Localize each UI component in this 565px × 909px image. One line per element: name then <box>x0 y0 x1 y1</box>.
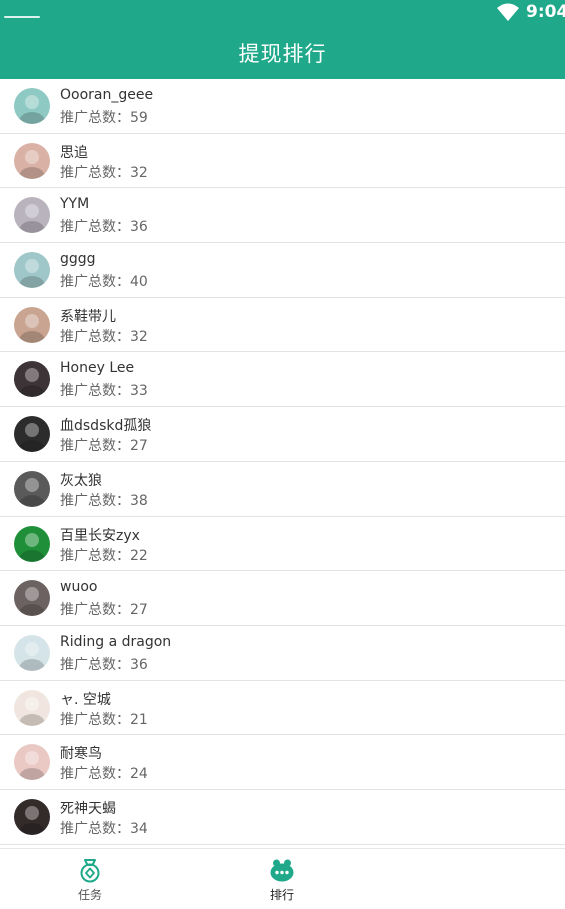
avatar <box>14 252 50 289</box>
user-name: 系鞋带儿 <box>60 308 116 325</box>
user-name: 血dsdskd孤狼 <box>60 418 152 435</box>
list-item[interactable]: 百里长安zyx 推广总数：22 <box>0 517 565 572</box>
user-name: ャ. 空城 <box>60 691 111 708</box>
count-value: 34 <box>130 820 148 837</box>
user-name: 百里长安zyx <box>60 527 140 544</box>
promotion-count: 推广总数：59 <box>60 107 148 127</box>
count-value: 21 <box>130 711 148 728</box>
wifi-icon <box>497 3 519 21</box>
user-name: 灰太狼 <box>60 472 102 489</box>
count-label: 推广总数： <box>60 602 130 619</box>
count-value: 38 <box>130 492 148 509</box>
list-item[interactable]: ャ. 空城 推广总数：21 <box>0 681 565 736</box>
list-item[interactable]: Oooran_geee 推广总数：59 <box>0 79 565 134</box>
avatar <box>14 580 50 617</box>
promotion-count: 推广总数：36 <box>60 654 148 674</box>
count-label: 推广总数： <box>60 820 130 837</box>
user-name: YYM <box>60 196 90 213</box>
avatar <box>14 744 50 781</box>
avatar <box>14 416 50 453</box>
count-label: 推广总数： <box>60 438 130 455</box>
notification-indicator <box>4 16 40 18</box>
promotion-count: 推广总数：22 <box>60 545 148 565</box>
ranking-list[interactable]: Oooran_geee 推广总数：59 思追 推广总数：32 YYM 推广总数：36 ggg… <box>0 79 565 848</box>
count-value: 27 <box>130 438 148 455</box>
avatar <box>14 470 50 507</box>
list-item[interactable]: 灰太狼 推广总数：38 <box>0 462 565 517</box>
count-value: 36 <box>130 656 148 673</box>
tab-rank-label: 排行 <box>269 888 294 902</box>
count-value: 27 <box>130 602 148 619</box>
promotion-count: 推广总数：32 <box>60 326 148 346</box>
status-bar: 9:04 <box>0 0 565 26</box>
count-value: 33 <box>130 383 148 400</box>
count-label: 推广总数： <box>60 492 130 509</box>
list-item[interactable]: YYM 推广总数：36 <box>0 188 565 244</box>
list-item[interactable]: Riding a dragon 推广总数：36 <box>0 626 565 681</box>
user-name: Honey Lee <box>60 360 135 377</box>
avatar <box>14 306 50 343</box>
clock: 9:04 <box>526 2 565 22</box>
chat-bubble-icon <box>269 857 295 883</box>
promotion-count: 推广总数：36 <box>60 216 148 236</box>
promotion-count: 推广总数：27 <box>60 435 148 455</box>
bottom-tab-bar: 任务 排行 <box>0 848 565 909</box>
count-value: 32 <box>130 164 148 181</box>
user-name: gggg <box>60 251 96 268</box>
list-item[interactable]: 耐寒鸟 推广总数：24 <box>0 735 565 790</box>
avatar <box>14 361 50 398</box>
count-value: 32 <box>130 328 148 345</box>
promotion-count: 推广总数：33 <box>60 380 148 400</box>
avatar <box>14 634 50 671</box>
count-label: 推广总数： <box>60 656 130 673</box>
count-label: 推广总数： <box>60 164 130 181</box>
user-name: 死神天蝎 <box>60 800 116 817</box>
count-label: 推广总数： <box>60 766 130 783</box>
money-bag-icon <box>77 857 103 883</box>
tab-task-label: 任务 <box>77 888 102 902</box>
list-item[interactable]: 系鞋带儿 推广总数：32 <box>0 298 565 353</box>
promotion-count: 推广总数：40 <box>60 271 148 291</box>
user-name: wuoo <box>60 579 98 596</box>
user-name: Oooran_geee <box>60 87 154 103</box>
list-item[interactable]: wuoo 推广总数：27 <box>0 571 565 626</box>
count-value: 36 <box>130 219 148 236</box>
count-label: 推广总数： <box>60 383 130 400</box>
avatar <box>14 689 50 726</box>
avatar <box>14 197 50 234</box>
list-item[interactable]: gggg 推广总数：40 <box>0 243 565 298</box>
list-item[interactable]: 思追 推广总数：32 <box>0 134 565 189</box>
tab-task[interactable]: 任务 <box>30 855 150 905</box>
promotion-count: 推广总数：32 <box>60 162 148 182</box>
count-value: 22 <box>130 547 148 564</box>
count-value: 59 <box>130 110 148 126</box>
count-label: 推广总数： <box>60 274 130 291</box>
avatar <box>14 798 50 835</box>
count-label: 推广总数： <box>60 547 130 564</box>
count-label: 推广总数： <box>60 328 130 345</box>
user-name: 耐寒鸟 <box>60 746 102 763</box>
avatar <box>14 525 50 562</box>
list-item[interactable]: 死神天蝎 推广总数：34 <box>0 790 565 845</box>
promotion-count: 推广总数：27 <box>60 599 148 619</box>
list-item[interactable]: Honey Lee 推广总数：33 <box>0 352 565 408</box>
promotion-count: 推广总数：38 <box>60 490 148 510</box>
avatar <box>14 142 50 179</box>
page-title: 提现排行 <box>238 41 327 66</box>
tab-rank[interactable]: 排行 <box>222 855 342 905</box>
count-value: 40 <box>130 274 148 291</box>
user-name: Riding a dragon <box>60 633 172 650</box>
count-value: 24 <box>130 766 148 783</box>
promotion-count: 推广总数：21 <box>60 709 148 729</box>
list-item[interactable]: 血dsdskd孤狼 推广总数：27 <box>0 407 565 462</box>
app-bar: 提现排行 <box>0 26 565 79</box>
count-label: 推广总数： <box>60 711 130 728</box>
promotion-count: 推广总数：34 <box>60 818 148 838</box>
user-name: 思追 <box>60 144 88 161</box>
count-label: 推广总数： <box>60 110 130 126</box>
promotion-count: 推广总数：24 <box>60 763 148 783</box>
count-label: 推广总数： <box>60 219 130 236</box>
avatar <box>14 88 50 124</box>
